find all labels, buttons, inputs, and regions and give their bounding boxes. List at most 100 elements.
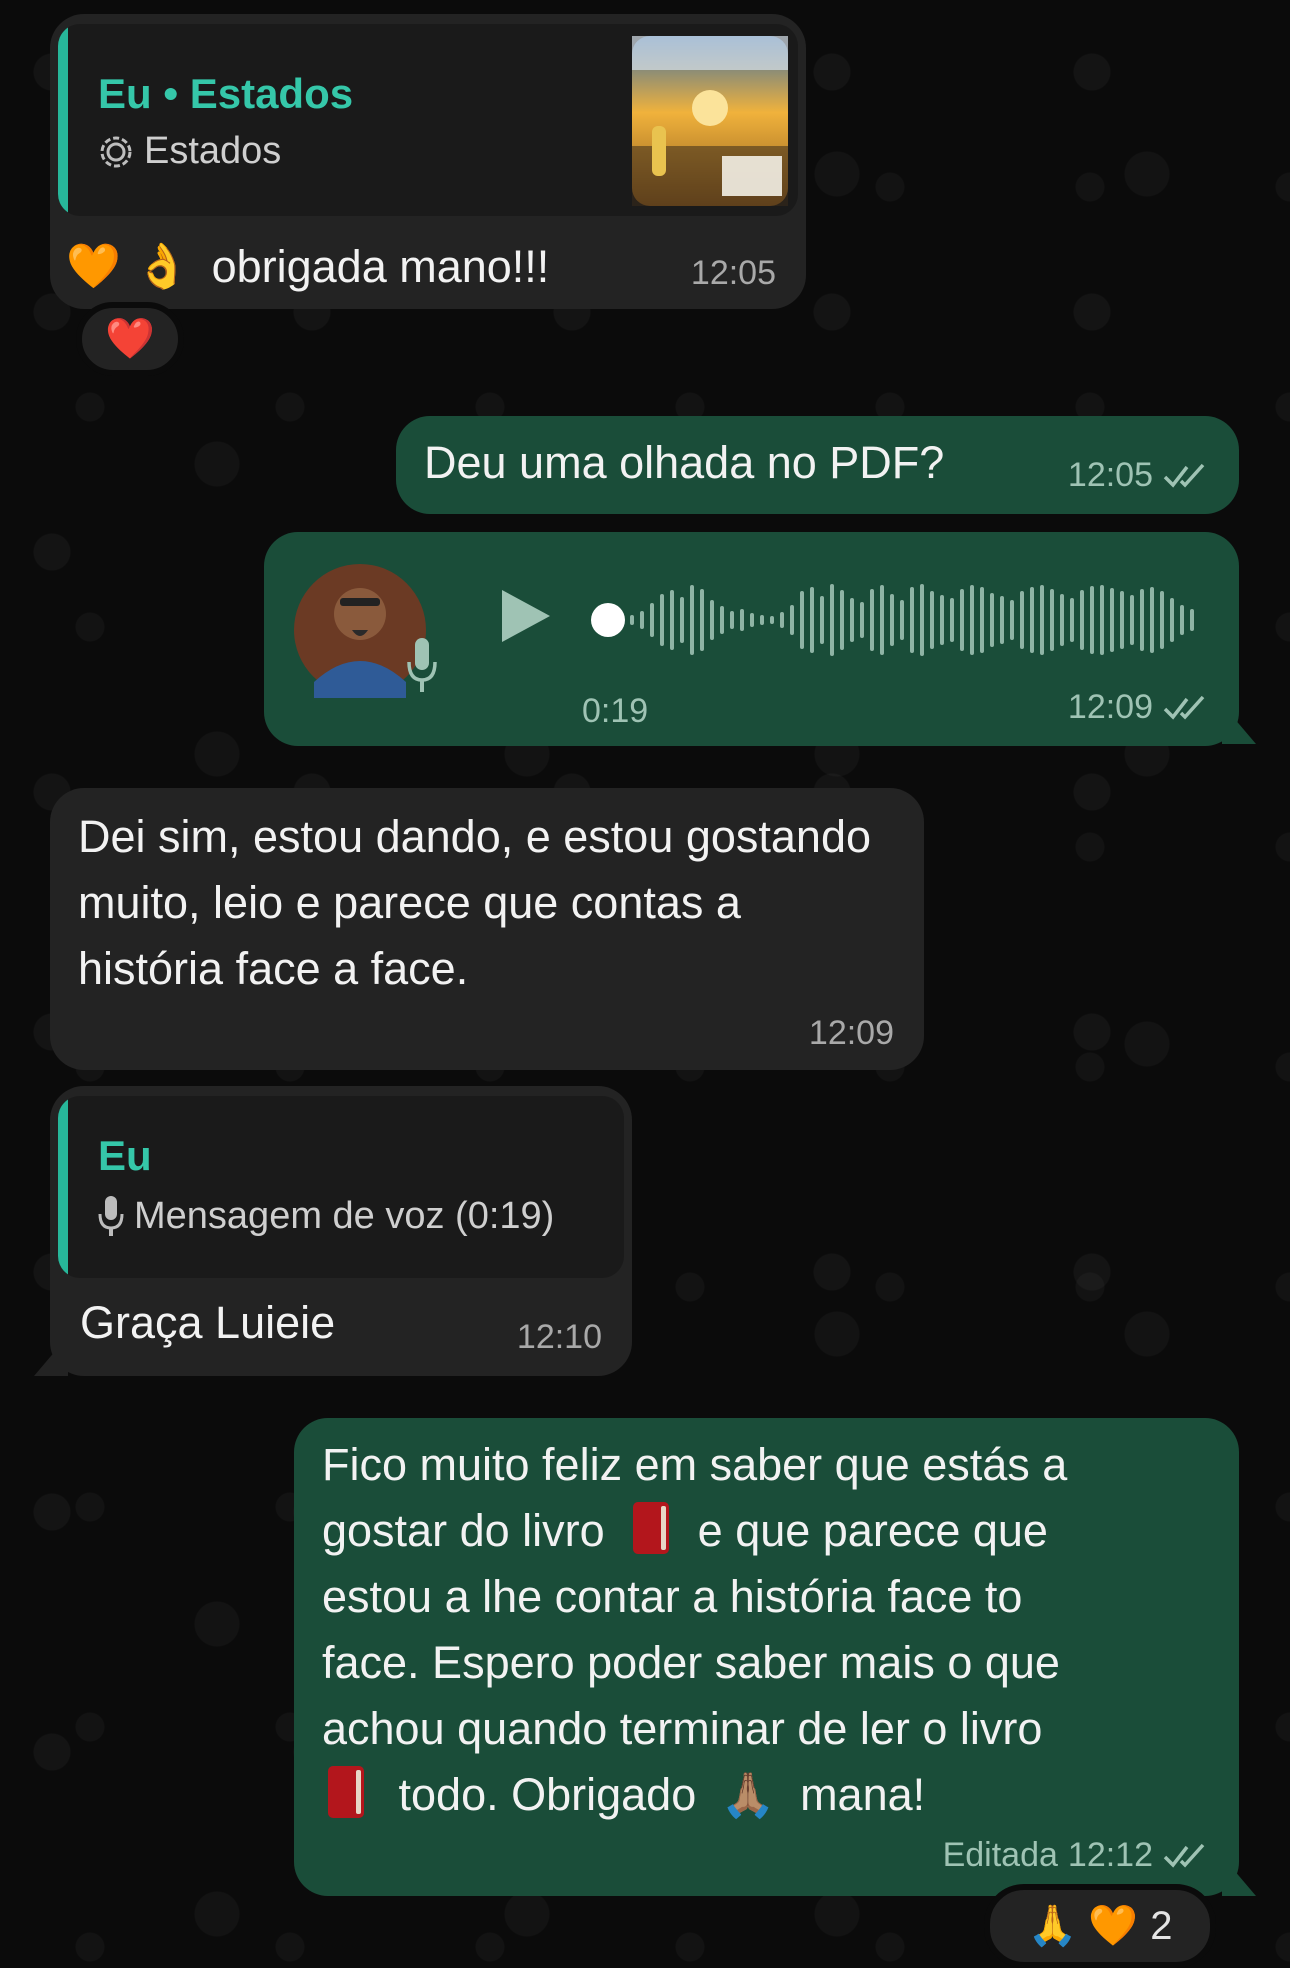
waveform-bar	[780, 612, 784, 628]
quoted-status[interactable]: Eu • Estados Estados	[58, 24, 798, 216]
quote-accent-bar	[58, 24, 68, 216]
waveform-bar	[910, 587, 914, 653]
waveform-bar	[1140, 589, 1144, 651]
waveform-bar	[950, 598, 954, 642]
outgoing-voice-message-3[interactable]: 0:19 12:09	[264, 532, 1239, 746]
message-time: 12:09	[1067, 688, 1153, 726]
waveform-bar	[830, 584, 834, 656]
waveform-bar	[810, 587, 814, 653]
waveform-bar	[850, 598, 854, 642]
waveform-bar	[1160, 591, 1164, 649]
quote-accent-bar	[58, 1096, 68, 1278]
waveform-bar	[980, 587, 984, 653]
message-text: gostar do livro	[322, 1505, 605, 1556]
orange-heart-emoji: 🧡	[66, 242, 121, 291]
quote-title: Eu	[98, 1132, 152, 1179]
waveform-scrubber[interactable]	[591, 603, 625, 637]
folded-hands-emoji: 🙏🏽	[720, 1771, 776, 1820]
waveform-bar	[750, 613, 754, 627]
waveform-bar	[920, 584, 924, 656]
message-line: face. Espero poder saber mais o que	[322, 1637, 1060, 1688]
message-text: obrigada mano!!!	[211, 241, 550, 292]
red-heart-emoji: ❤️	[105, 317, 155, 361]
message-line: estou a lhe contar a história face to	[322, 1571, 1023, 1622]
message-time: 12:09	[808, 1014, 894, 1052]
waveform-bar	[990, 593, 994, 647]
waveform-bar	[1150, 587, 1154, 653]
message-line: achou quando terminar de ler o livro	[322, 1703, 1043, 1754]
waveform-bar	[900, 600, 904, 640]
ok-hand-emoji: 👌	[134, 242, 190, 291]
status-thumbnail[interactable]	[632, 36, 788, 206]
read-ticks-icon	[1163, 695, 1205, 720]
play-button[interactable]	[498, 586, 554, 646]
message-time: 12:10	[516, 1318, 602, 1356]
incoming-message-5[interactable]: Eu Mensagem de voz (0:19) Graça Luieie 1…	[50, 1086, 632, 1376]
read-ticks-icon	[1163, 463, 1205, 488]
bubble-tail	[1222, 704, 1256, 744]
waveform-bar	[630, 615, 634, 625]
outgoing-message-6[interactable]: Fico muito feliz em saber que estás a go…	[294, 1418, 1239, 1896]
waveform-bar	[720, 606, 724, 634]
bubble-tail	[34, 1336, 68, 1376]
waveform-bar	[670, 590, 674, 650]
microphone-icon	[407, 638, 437, 692]
message-time: 12:05	[1067, 456, 1153, 494]
microphone-icon	[98, 1196, 124, 1236]
voice-waveform[interactable]	[590, 578, 1200, 662]
message-text: Graça Luieie	[80, 1297, 336, 1348]
read-ticks-icon	[1163, 1843, 1205, 1868]
waveform-bar	[840, 590, 844, 650]
bubble-tail	[1222, 1856, 1256, 1896]
quote-subtitle-row: Estados	[98, 130, 281, 173]
waveform-bar	[960, 589, 964, 651]
waveform-bar	[1030, 587, 1034, 653]
waveform-bar	[1090, 586, 1094, 654]
waveform-bar	[1190, 609, 1194, 631]
message-reactions[interactable]: 🙏 🧡 2	[984, 1884, 1216, 1968]
message-time: 12:12	[1067, 1836, 1153, 1874]
waveform-bar	[680, 597, 684, 643]
incoming-message-1[interactable]: Eu • Estados Estados 🧡 👌 obrigada mano!!…	[50, 14, 806, 309]
waveform-bar	[710, 600, 714, 640]
outgoing-message-2[interactable]: Deu uma olhada no PDF? 12:05	[396, 416, 1239, 514]
waveform-bar	[690, 585, 694, 655]
message-meta: 12:09	[1068, 688, 1209, 727]
reaction-count: 2	[1150, 1903, 1173, 1948]
waveform-bar	[1100, 585, 1104, 655]
waveform-bar	[1000, 596, 1004, 644]
waveform-bar	[700, 589, 704, 651]
waveform-bar	[650, 603, 654, 637]
waveform-bar	[1060, 594, 1064, 646]
waveform-bar	[1120, 591, 1124, 649]
voice-duration: 0:19	[582, 692, 649, 730]
red-book-emoji	[328, 1766, 364, 1818]
message-text: mana!	[800, 1769, 926, 1820]
waveform-bar	[1080, 590, 1084, 650]
red-book-emoji	[633, 1502, 670, 1554]
waveform-bar	[1130, 595, 1134, 645]
waveform-bar	[660, 594, 664, 646]
message-time: 12:05	[690, 254, 776, 292]
message-text: Deu uma olhada no PDF?	[424, 437, 945, 488]
waveform-bar	[1010, 600, 1014, 640]
message-line: todo. Obrigado 🙏🏽 mana!	[322, 1762, 1222, 1828]
waveform-bar	[800, 591, 804, 649]
waveform-bar	[880, 585, 884, 655]
incoming-message-4[interactable]: Dei sim, estou dando, e estou gostando m…	[50, 788, 924, 1070]
waveform-bar	[970, 585, 974, 655]
message-text: Dei sim, estou dando, e estou gostando m…	[78, 811, 872, 994]
message-line: gostar do livro e que parece que	[322, 1498, 1222, 1564]
message-text: e que parece que	[697, 1505, 1048, 1556]
waveform-bar	[770, 616, 774, 624]
quoted-voice-message[interactable]: Eu Mensagem de voz (0:19)	[58, 1096, 624, 1278]
waveform-bar	[1050, 589, 1054, 651]
waveform-bar	[1110, 588, 1114, 652]
status-icon	[100, 136, 132, 167]
message-reaction[interactable]: ❤️	[76, 302, 184, 376]
message-body: Fico muito feliz em saber que estás a go…	[322, 1432, 1222, 1828]
waveform-bar	[760, 615, 764, 625]
waveform-bar	[790, 605, 794, 635]
waveform-bar	[1070, 598, 1074, 642]
quote-subtitle: Mensagem de voz (0:19)	[134, 1194, 555, 1237]
